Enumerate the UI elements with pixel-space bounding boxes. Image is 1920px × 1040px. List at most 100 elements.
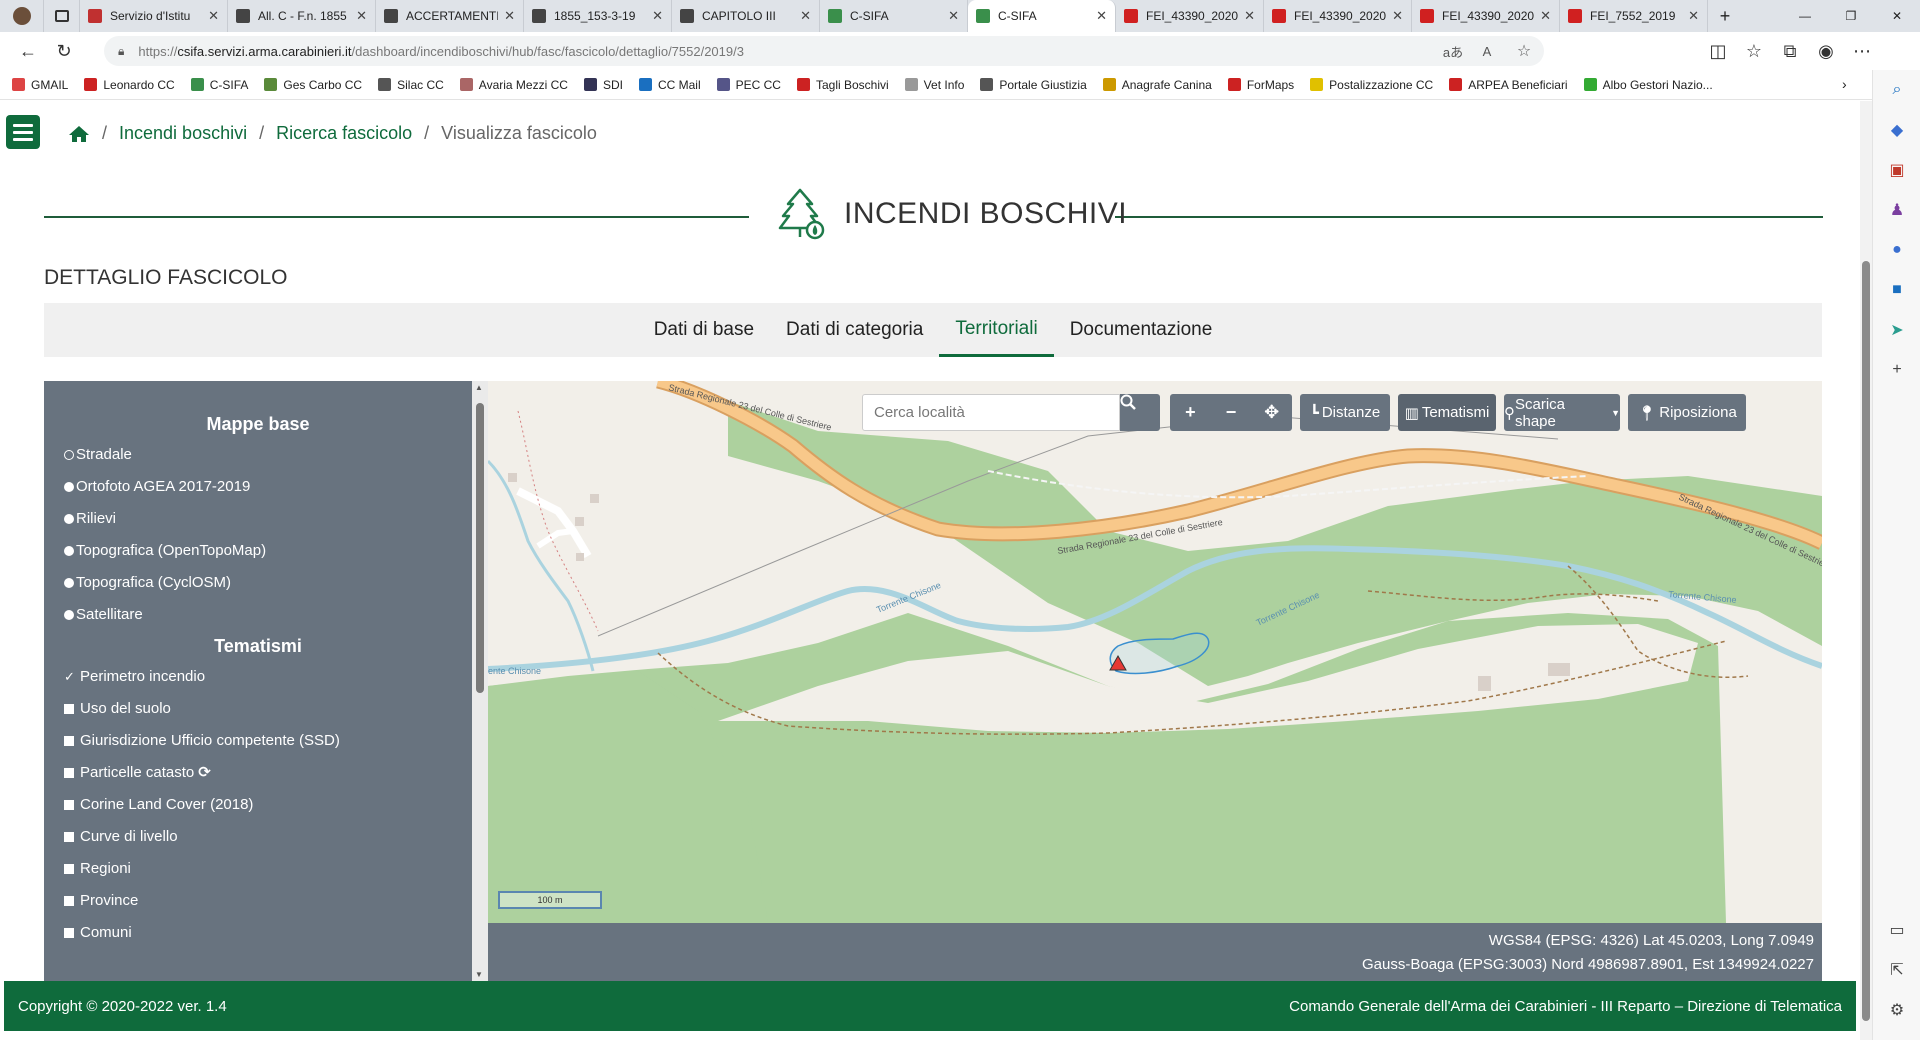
new-tab-button[interactable]: + [1708,0,1742,32]
restore-button[interactable]: ❐ [1828,0,1874,32]
checkbox[interactable] [64,896,74,906]
games-sidebar-icon[interactable]: ♟ [1873,190,1920,230]
checkbox[interactable] [64,768,74,778]
checkbox[interactable]: ✓ [64,661,75,693]
bookmarks-chevron-icon[interactable]: › [1842,76,1847,92]
themes-button[interactable]: ▥ Tematismi [1398,394,1496,431]
bookmark-item[interactable]: Avaria Mezzi CC [459,78,568,92]
tab-close-icon[interactable]: ✕ [356,8,367,24]
home-icon[interactable] [68,125,90,143]
radio-button[interactable] [64,514,74,524]
page-scrollbar-thumb[interactable] [1862,261,1870,1021]
reload-button[interactable]: ↻ [46,36,82,66]
browser-tab[interactable]: FEI_7552_2019 ✕ [1560,0,1708,32]
search-sidebar-icon[interactable]: ⌕ [1873,70,1920,110]
bookmark-item[interactable]: Albo Gestori Nazio... [1583,78,1713,92]
breadcrumb-incendi-boschivi[interactable]: Incendi boschivi [119,123,247,144]
bookmark-item[interactable]: Postalizzazione CC [1310,78,1433,92]
base-map-option[interactable]: Ortofoto AGEA 2017-2019 [44,471,472,503]
add-sidebar-icon[interactable]: + [1873,350,1920,390]
tab-close-icon[interactable]: ✕ [1096,8,1107,24]
tab-close-icon[interactable]: ✕ [652,8,663,24]
browser-tab[interactable]: CAPITOLO III ✕ [672,0,820,32]
tab-close-icon[interactable]: ✕ [1392,8,1403,24]
browser-profile-avatar[interactable] [0,0,44,32]
browser-tab[interactable]: FEI_43390_2020 ✕ [1116,0,1264,32]
url-field[interactable]: 🔒︎ https://csifa.servizi.arma.carabinier… [104,36,1544,66]
theme-layer-option[interactable]: Uso del suolo [44,693,472,725]
scroll-down-icon[interactable]: ▼ [475,970,483,979]
read-aloud-icon[interactable]: A [1470,44,1504,59]
browser-tab[interactable]: FEI_43390_2020 ✕ [1412,0,1560,32]
tab-close-icon[interactable]: ✕ [948,8,959,24]
favorites-icon[interactable]: ☆ [1736,36,1772,66]
page-scrollbar[interactable] [1860,101,1872,1040]
theme-layer-option[interactable]: Province [44,885,472,917]
radio-button[interactable] [64,546,74,556]
external-link-icon[interactable]: ⇱ [1873,950,1920,990]
minimize-button[interactable]: — [1782,0,1828,32]
bookmark-item[interactable]: Anagrafe Canina [1102,78,1212,92]
bookmark-item[interactable]: Portale Giustizia [980,78,1087,92]
base-map-option[interactable]: Stradale [44,439,472,471]
base-map-option[interactable]: Satellitare [44,599,472,631]
breadcrumb-ricerca-fascicolo[interactable]: Ricerca fascicolo [276,123,412,144]
outlook-sidebar-icon[interactable]: ■ [1873,270,1920,310]
bookmark-item[interactable]: Ges Carbo CC [264,78,362,92]
close-window-button[interactable]: ✕ [1874,0,1920,32]
tag-sidebar-icon[interactable]: ◆ [1873,110,1920,150]
browser-tab[interactable]: FEI_43390_2020 ✕ [1264,0,1412,32]
tab-close-icon[interactable]: ✕ [1688,8,1699,24]
browser-tab[interactable]: Servizio d'Istitu ✕ [80,0,228,32]
tab-close-icon[interactable]: ✕ [1540,8,1551,24]
browser-tab[interactable]: C-SIFA ✕ [968,0,1116,32]
theme-layer-option[interactable]: Regioni [44,853,472,885]
browser-tab[interactable]: All. C - F.n. 1855 ✕ [228,0,376,32]
checkbox[interactable] [64,832,74,842]
extensions-icon[interactable]: ◉ [1808,36,1844,66]
tab-close-icon[interactable]: ✕ [1244,8,1255,24]
browser-tab[interactable]: ACCERTAMENTI ✕ [376,0,524,32]
bookmark-item[interactable]: Leonardo CC [84,78,175,92]
base-map-option[interactable]: Topografica (OpenTopoMap) [44,535,472,567]
theme-layer-option[interactable]: Curve di livello [44,821,472,853]
checkbox[interactable] [64,928,74,938]
bookmark-item[interactable]: SDI [583,78,623,92]
bookmark-item[interactable]: GMAIL [12,78,68,92]
bookmark-item[interactable]: Vet Info [904,78,964,92]
tab-close-icon[interactable]: ✕ [504,8,515,24]
layers-scrollbar[interactable]: ▲ ▼ [472,381,488,981]
radio-button[interactable] [64,482,74,492]
tab-dati-di-categoria[interactable]: Dati di categoria [770,303,939,357]
tab-dati-di-base[interactable]: Dati di base [638,303,770,357]
scroll-up-icon[interactable]: ▲ [475,383,483,392]
toolbox-sidebar-icon[interactable]: ▣ [1873,150,1920,190]
theme-layer-option[interactable]: Particelle catasto ⟳ [44,757,472,789]
radio-button[interactable] [64,578,74,588]
zoom-out-button[interactable]: − [1211,394,1252,431]
search-button[interactable] [1120,394,1160,431]
collections-icon[interactable]: ⧉ [1772,36,1808,66]
translate-icon[interactable]: aあ [1436,42,1470,61]
back-button[interactable]: ← [10,36,46,66]
theme-layer-option[interactable]: ✓ Perimetro incendio [44,661,472,693]
theme-layer-option[interactable]: Comuni [44,917,472,949]
checkbox[interactable] [64,704,74,714]
checkbox[interactable] [64,864,74,874]
tab-close-icon[interactable]: ✕ [800,8,811,24]
bookmark-item[interactable]: Silac CC [378,78,444,92]
bookmark-item[interactable]: ARPEA Beneficiari [1449,78,1568,92]
base-map-option[interactable]: Topografica (CyclOSM) [44,567,472,599]
layers-scrollbar-thumb[interactable] [476,403,484,693]
base-map-option[interactable]: Rilievi [44,503,472,535]
favorite-star-icon[interactable]: ☆ [1504,41,1544,61]
theme-layer-option[interactable]: Corine Land Cover (2018) [44,789,472,821]
copilot-sidebar-icon[interactable]: ● [1873,230,1920,270]
refresh-icon[interactable]: ⟳ [198,757,211,789]
browser-tab[interactable]: 1855_153-3-19 ✕ [524,0,672,32]
map-canvas[interactable]: Strada Regionale 23 del Colle di Sestrie… [488,381,1822,923]
tab-close-icon[interactable]: ✕ [208,8,219,24]
bookmark-item[interactable]: ForMaps [1227,78,1294,92]
split-screen-icon[interactable]: ◫ [1700,36,1736,66]
sidebar-layout-icon[interactable]: ▭ [1873,910,1920,950]
